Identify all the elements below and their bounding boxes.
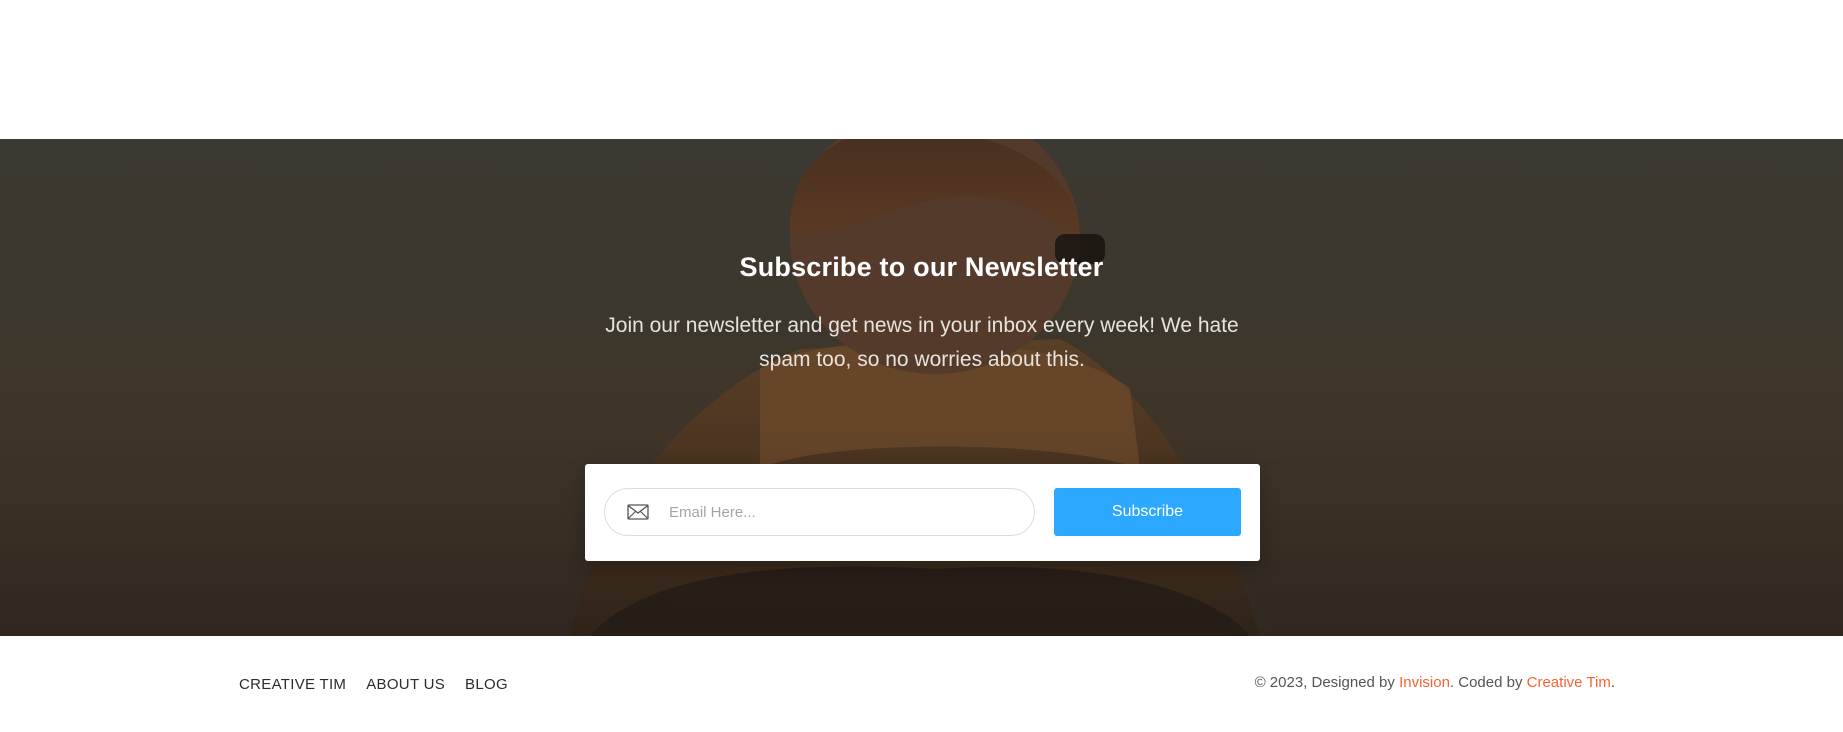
newsletter-description: Join our newsletter and get news in your… [605, 314, 1239, 371]
email-input-group[interactable] [604, 488, 1035, 536]
copyright-middle: . Coded by [1449, 674, 1527, 691]
copyright: © 2023, Designed by Invision. Coded by C… [1255, 674, 1615, 691]
top-blank-area [0, 0, 1843, 139]
footer: CREATIVE TIM ABOUT US BLOG © 2023, Desig… [0, 636, 1843, 732]
hero-content: Subscribe to our Newsletter Join our new… [0, 139, 1843, 636]
copyright-suffix: . [1610, 674, 1615, 691]
newsletter-title: Subscribe to our Newsletter [739, 252, 1104, 282]
newsletter-section: Subscribe to our Newsletter Join our new… [0, 139, 1843, 636]
footer-link-blog[interactable]: BLOG [465, 676, 508, 693]
subscribe-form-card: Subscribe [585, 464, 1260, 561]
designer-link[interactable]: Invision [1399, 674, 1450, 691]
footer-link-about-us[interactable]: ABOUT US [366, 676, 445, 693]
email-input[interactable] [669, 489, 1019, 535]
page: Subscribe to our Newsletter Join our new… [0, 0, 1843, 732]
subscribe-button[interactable]: Subscribe [1054, 488, 1241, 536]
footer-nav: CREATIVE TIM ABOUT US BLOG [239, 676, 528, 693]
envelope-icon [627, 504, 649, 520]
coder-link[interactable]: Creative Tim [1527, 674, 1611, 691]
copyright-prefix: © 2023, Designed by [1254, 674, 1400, 691]
footer-link-creative-tim[interactable]: CREATIVE TIM [239, 676, 346, 693]
